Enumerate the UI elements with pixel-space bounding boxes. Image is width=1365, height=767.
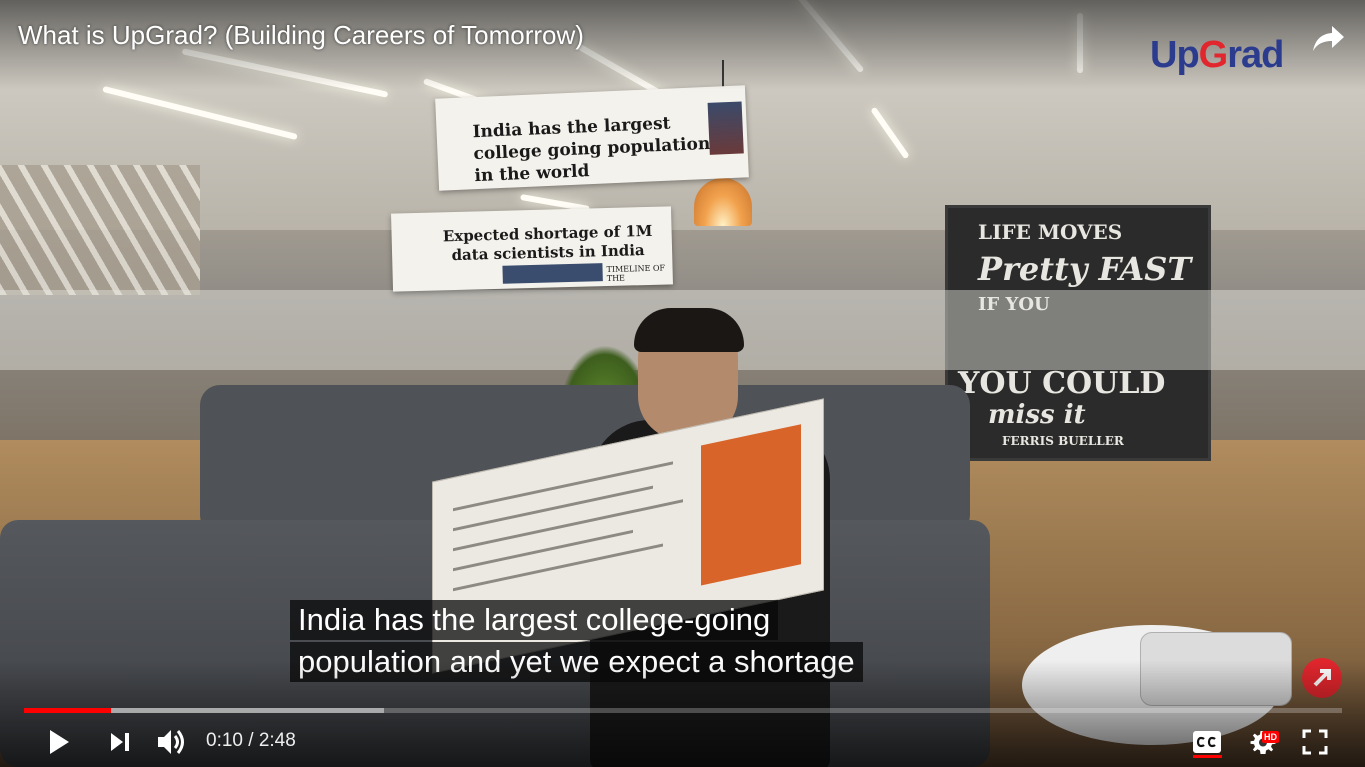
hd-badge: HD — [1262, 731, 1279, 743]
brand-logo-part: G — [1198, 34, 1229, 76]
clipping-photo — [707, 101, 744, 155]
news-clipping: Expected shortage of 1M data scientists … — [391, 206, 673, 292]
chalk-text: FERRIS BUELLER — [1002, 434, 1124, 448]
caption-line: India has the largest college-going — [290, 600, 779, 640]
person-hair — [634, 308, 744, 352]
newspaper-line — [453, 529, 633, 572]
play-button[interactable] — [42, 724, 76, 760]
next-icon — [111, 733, 129, 751]
news-clipping: India has the largest college going popu… — [435, 85, 749, 191]
cc-icon — [1193, 731, 1221, 753]
brand-logo-part: Up — [1150, 34, 1200, 76]
progress-bar[interactable] — [24, 708, 1342, 713]
fullscreen-button[interactable] — [1298, 724, 1332, 760]
next-button[interactable] — [104, 724, 136, 760]
clipping-headline: Expected shortage of 1M data scientists … — [442, 221, 653, 265]
video-title[interactable]: What is UpGrad? (Building Careers of Tom… — [18, 20, 584, 51]
wall-pattern — [0, 165, 200, 295]
volume-icon — [158, 730, 184, 754]
clipping-headline: India has the largest college going popu… — [472, 113, 711, 187]
current-time: 0:10 — [206, 730, 243, 751]
newspaper-ad — [701, 424, 801, 586]
duration: 2:48 — [258, 730, 296, 751]
brand-logo: UpGrad — [1150, 34, 1284, 77]
progress-played — [24, 708, 111, 713]
newspaper-line — [453, 485, 653, 532]
chalk-text: YOU COULD — [958, 366, 1166, 401]
newspaper-line — [453, 543, 663, 592]
clipping-caption: TIMELINE OF THE — [606, 263, 666, 284]
chalk-text: miss it — [988, 400, 1086, 430]
brand-logo-part: rad — [1227, 34, 1284, 76]
time-display: 0:10 / 2:48 — [206, 730, 296, 752]
mute-button[interactable] — [154, 724, 190, 760]
play-icon — [50, 730, 69, 754]
clipping-photo — [502, 263, 603, 284]
chalk-text: LIFE MOVES — [978, 220, 1123, 244]
share-icon[interactable] — [1308, 18, 1348, 58]
fullscreen-icon — [1302, 729, 1328, 755]
chalk-text: Pretty FAST — [978, 250, 1192, 288]
bottom-gradient — [0, 660, 1365, 767]
time-separator: / — [248, 730, 254, 751]
captions-active-indicator — [1193, 755, 1222, 758]
